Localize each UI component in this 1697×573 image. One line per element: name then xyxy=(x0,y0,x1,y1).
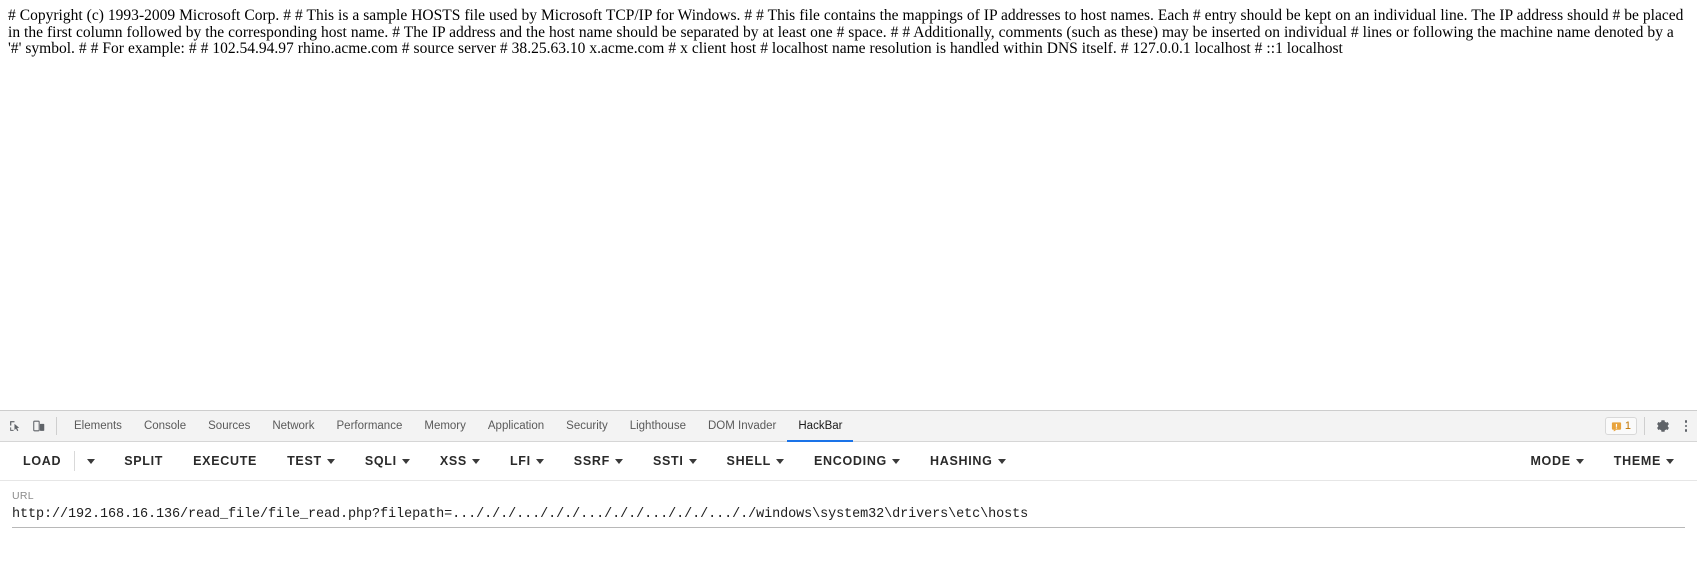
ssrf-menu-button[interactable]: SSRF xyxy=(565,448,632,474)
tab-hackbar[interactable]: HackBar xyxy=(787,412,854,442)
tab-lighthouse[interactable]: Lighthouse xyxy=(619,412,697,442)
lfi-menu-label: LFI xyxy=(509,454,531,468)
ssrf-menu-label: SSRF xyxy=(573,454,610,468)
status-badge[interactable]: 1 xyxy=(1604,417,1637,435)
encoding-menu-button[interactable]: ENCODING xyxy=(805,448,909,474)
kebab-menu-icon[interactable] xyxy=(1677,415,1695,437)
chevron-down-icon xyxy=(1666,458,1674,464)
tab-dom-invader[interactable]: DOM Invader xyxy=(697,412,787,442)
devtools-panel: Elements Console Sources Network Perform… xyxy=(0,410,1697,573)
devtools-tab-strip: Elements Console Sources Network Perform… xyxy=(0,411,1697,442)
xss-menu-button[interactable]: XSS xyxy=(431,448,489,474)
sqli-menu-button[interactable]: SQLI xyxy=(356,448,419,474)
chevron-down-icon xyxy=(688,458,697,464)
chevron-down-icon xyxy=(401,458,410,464)
inspect-element-icon[interactable] xyxy=(4,415,26,437)
ssti-menu-label: SSTI xyxy=(652,454,684,468)
theme-menu-button[interactable]: THEME xyxy=(1605,448,1683,474)
chevron-down-icon xyxy=(535,458,544,464)
lfi-menu-button[interactable]: LFI xyxy=(501,448,553,474)
mode-menu-label: MODE xyxy=(1530,454,1571,468)
warning-count: 1 xyxy=(1624,420,1631,432)
shell-menu-button[interactable]: SHELL xyxy=(718,448,793,474)
devtools-tabs: Elements Console Sources Network Perform… xyxy=(63,411,854,442)
tab-elements[interactable]: Elements xyxy=(63,412,133,442)
hosts-file-text: # Copyright (c) 1993-2009 Microsoft Corp… xyxy=(8,7,1684,58)
chevron-down-icon xyxy=(87,458,96,464)
tab-memory[interactable]: Memory xyxy=(413,412,477,442)
tab-performance[interactable]: Performance xyxy=(326,412,414,442)
chevron-down-icon xyxy=(891,458,900,464)
test-menu-label: TEST xyxy=(287,454,322,468)
hackbar-panel: LOAD SPLIT EXECUTE TEST SQLI XSS LFI SSR… xyxy=(0,442,1697,573)
hashing-menu-label: HASHING xyxy=(929,454,993,468)
chevron-down-icon xyxy=(614,458,623,464)
chevron-down-icon xyxy=(471,458,480,464)
url-input[interactable] xyxy=(12,505,1685,528)
shell-menu-label: SHELL xyxy=(726,454,772,468)
hashing-menu-button[interactable]: HASHING xyxy=(921,448,1015,474)
hackbar-fields: URL xyxy=(0,481,1697,528)
tab-strip-spacer xyxy=(853,411,1604,441)
theme-menu-label: THEME xyxy=(1613,454,1661,468)
toolbar-divider xyxy=(56,417,57,435)
tab-network[interactable]: Network xyxy=(261,412,325,442)
url-field-label: URL xyxy=(12,490,34,502)
chevron-down-icon xyxy=(326,458,335,464)
tab-sources[interactable]: Sources xyxy=(197,412,261,442)
mode-menu-button[interactable]: MODE xyxy=(1521,448,1592,474)
browser-page-content: # Copyright (c) 1993-2009 Microsoft Corp… xyxy=(0,0,1697,410)
test-menu-button[interactable]: TEST xyxy=(278,448,344,474)
right-icons-divider xyxy=(1644,417,1645,435)
sqli-menu-label: SQLI xyxy=(364,454,397,468)
load-dropdown-button[interactable] xyxy=(79,453,103,470)
tab-console[interactable]: Console xyxy=(133,412,197,442)
tab-application[interactable]: Application xyxy=(477,412,555,442)
devtools-left-icons xyxy=(0,411,63,441)
devtools-right-icons: 1 xyxy=(1604,411,1697,441)
execute-button[interactable]: EXECUTE xyxy=(184,448,266,474)
xss-menu-label: XSS xyxy=(439,454,467,468)
tab-security[interactable]: Security xyxy=(555,412,619,442)
hackbar-toolbar: LOAD SPLIT EXECUTE TEST SQLI XSS LFI SSR… xyxy=(0,442,1697,481)
encoding-menu-label: ENCODING xyxy=(814,454,887,468)
chevron-down-icon xyxy=(997,458,1006,464)
load-divider xyxy=(74,451,76,471)
ssti-menu-button[interactable]: SSTI xyxy=(644,448,706,474)
split-button[interactable]: SPLIT xyxy=(115,448,172,474)
warning-icon xyxy=(1611,421,1621,432)
gear-icon[interactable] xyxy=(1652,415,1674,437)
load-button[interactable]: LOAD xyxy=(14,448,70,474)
chevron-down-icon xyxy=(1575,458,1584,464)
chevron-down-icon xyxy=(776,458,785,464)
device-toolbar-icon[interactable] xyxy=(28,415,50,437)
